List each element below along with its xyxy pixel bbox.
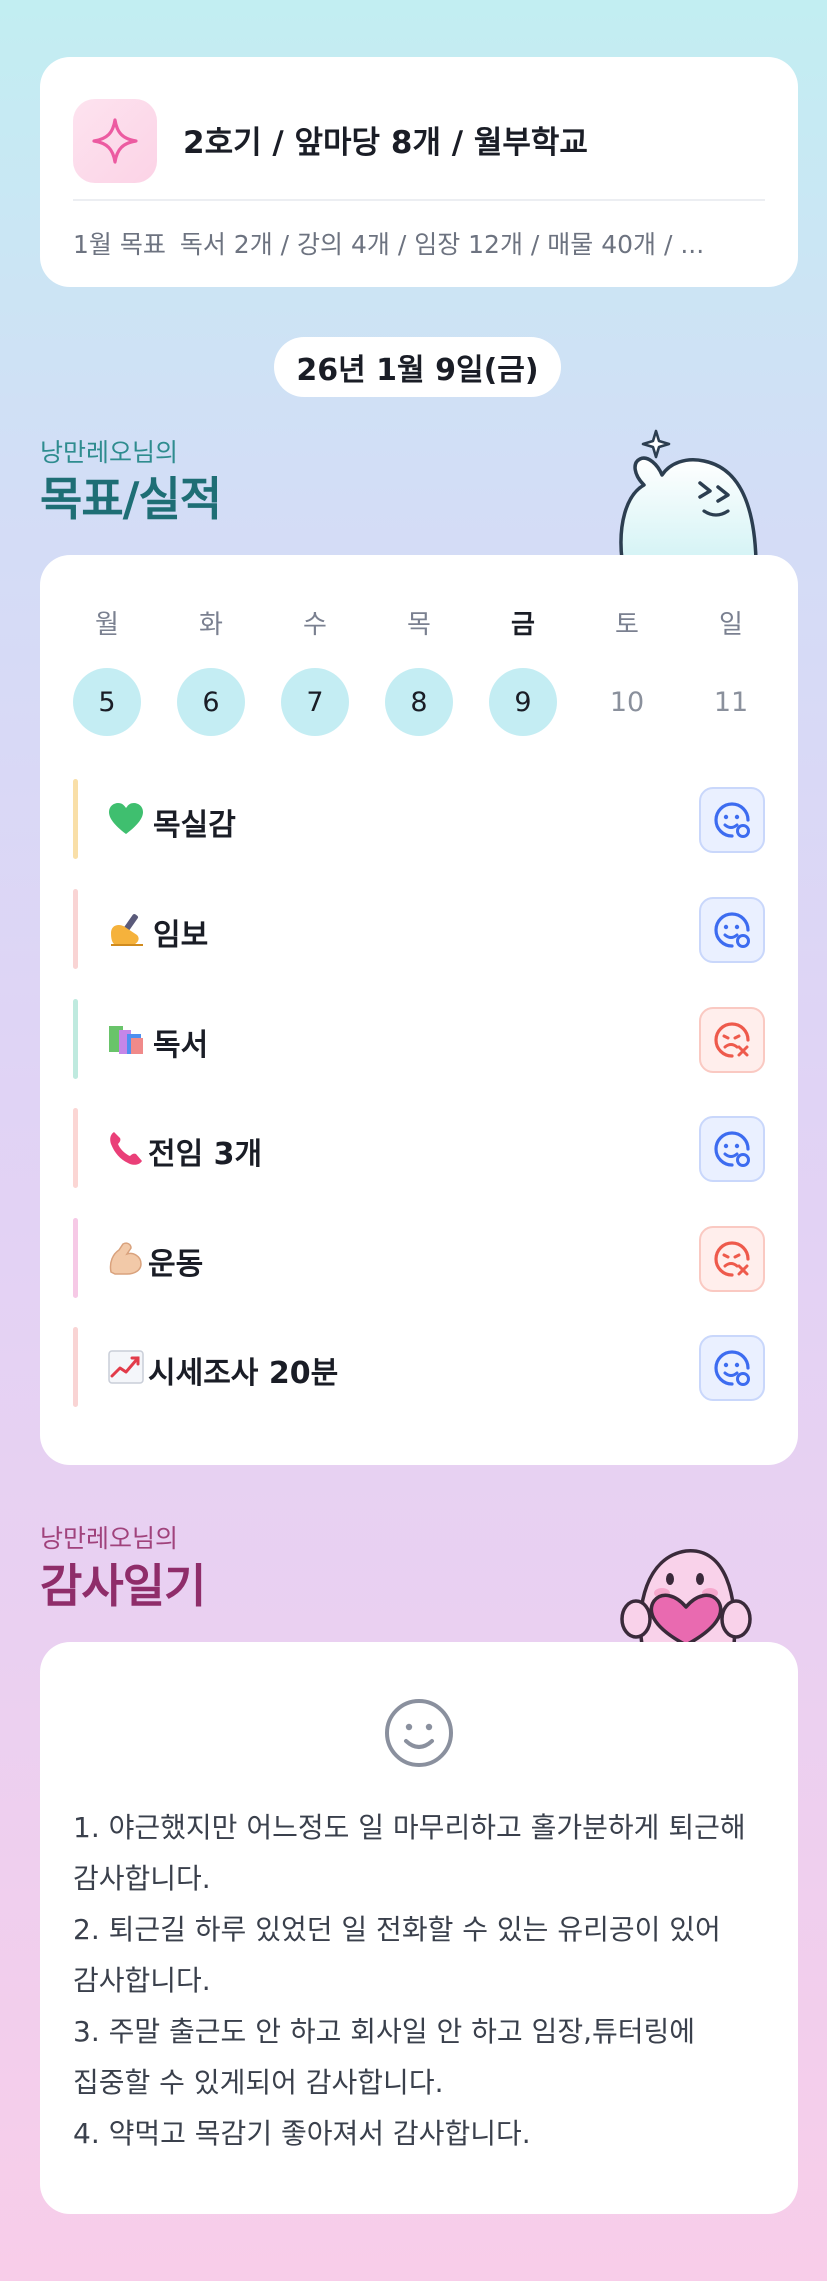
goal-label: 독서 xyxy=(153,1028,209,1063)
day-number[interactable]: 8 xyxy=(385,668,453,736)
divider xyxy=(73,199,765,201)
weekday-label: 목 xyxy=(407,610,431,640)
goal-label: 목실감 xyxy=(153,808,236,843)
weekday-label: 토 xyxy=(615,610,639,640)
day-column[interactable]: 일 11 xyxy=(697,605,765,736)
profile-title: 2호기 / 앞마당 8개 / 월부학교 xyxy=(183,125,588,161)
goal-label: 시세조사 20분 xyxy=(148,1356,339,1391)
goal-color-bar xyxy=(73,1108,78,1188)
success-status-icon[interactable] xyxy=(699,1335,765,1401)
day-number[interactable]: 10 xyxy=(593,668,661,736)
goal-row[interactable]: 임보 xyxy=(73,885,765,973)
success-status-icon[interactable] xyxy=(699,1116,765,1182)
sparkle-star-icon xyxy=(73,99,157,183)
books-icon xyxy=(106,1019,146,1059)
weekday-label: 수 xyxy=(303,610,327,640)
goal-color-bar xyxy=(73,1327,78,1407)
gratitude-entry: 1. 야근했지만 어느정도 일 마무리하고 홀가분하게 퇴근해 감사합니다. xyxy=(73,1811,746,1895)
goal-color-bar xyxy=(73,889,78,969)
week-calendar: 월 5 화 6 수 7 목 8 금 9 토 10 일 11 xyxy=(73,605,765,736)
goal-label: 운동 xyxy=(148,1247,204,1282)
smile-face-icon xyxy=(385,1699,453,1767)
gratitude-entry: 2. 퇴근길 하루 있었던 일 전화할 수 있는 유리공이 있어 감사합니다. xyxy=(73,1913,721,1997)
day-number[interactable]: 7 xyxy=(281,668,349,736)
flexed-biceps-icon xyxy=(106,1238,146,1278)
day-column[interactable]: 월5 xyxy=(73,605,141,736)
goal-color-bar xyxy=(73,779,78,859)
weekday-label: 화 xyxy=(199,610,223,640)
weekday-label: 월 xyxy=(95,610,119,640)
success-status-icon[interactable] xyxy=(699,787,765,853)
goal-row[interactable]: 운동 xyxy=(73,1214,765,1302)
goal-row[interactable]: 목실감 xyxy=(73,775,765,863)
day-number[interactable]: 5 xyxy=(73,668,141,736)
profile-summary-card: 2호기 / 앞마당 8개 / 월부학교 1월 목표 독서 2개 / 강의 4개 /… xyxy=(40,57,798,287)
monthly-goal-label: 1월 목표 xyxy=(73,230,166,259)
weekday-label: 일 xyxy=(719,610,743,640)
gratitude-diary-text: 1. 야근했지만 어느정도 일 마무리하고 홀가분하게 퇴근해 감사합니다. 2.… xyxy=(73,1802,773,2159)
goal-label: 전임 3개 xyxy=(148,1137,263,1172)
goal-row[interactable]: 시세조사 20분 xyxy=(73,1323,765,1411)
fail-status-icon[interactable] xyxy=(699,1007,765,1073)
thanks-section-title: 감사일기 xyxy=(40,1559,206,1613)
goal-label: 임보 xyxy=(153,918,209,953)
goals-section-title: 목표/실적 xyxy=(40,472,222,526)
telephone-receiver-icon xyxy=(106,1128,146,1168)
day-column[interactable]: 수7 xyxy=(281,605,349,736)
ghost-mascot-illustration xyxy=(619,429,758,560)
writing-hand-icon xyxy=(106,909,146,949)
day-number[interactable]: 11 xyxy=(697,668,765,736)
goal-color-bar xyxy=(73,999,78,1079)
gratitude-entry: 4. 약먹고 목감기 좋아져서 감사합니다. xyxy=(73,2117,531,2150)
goal-color-bar xyxy=(73,1218,78,1298)
day-number[interactable]: 9 xyxy=(489,668,557,736)
day-column[interactable]: 목8 xyxy=(385,605,453,736)
chart-increasing-icon xyxy=(106,1347,146,1387)
fail-status-icon[interactable] xyxy=(699,1226,765,1292)
monthly-goal-text: 독서 2개 / 강의 4개 / 임장 12개 / 매물 40개 / ... xyxy=(179,230,705,259)
day-column[interactable]: 화6 xyxy=(177,605,245,736)
goal-row[interactable]: 전임 3개 xyxy=(73,1104,765,1192)
heart-mascot-illustration xyxy=(620,1549,752,1645)
monthly-goal-summary: 1월 목표 독서 2개 / 강의 4개 / 임장 12개 / 매물 40개 / .… xyxy=(73,225,773,261)
weekday-label: 금 xyxy=(511,610,535,640)
success-status-icon[interactable] xyxy=(699,897,765,963)
green-heart-icon xyxy=(106,799,146,839)
date-pill[interactable]: 26년 1월 9일(금) xyxy=(274,337,561,397)
gratitude-diary-card: 1. 야근했지만 어느정도 일 마무리하고 홀가분하게 퇴근해 감사합니다. 2.… xyxy=(40,1642,798,2214)
gratitude-entry: 3. 주말 출근도 안 하고 회사일 안 하고 임장,튜터링에 집중할 수 있게… xyxy=(73,2015,696,2099)
day-number[interactable]: 6 xyxy=(177,668,245,736)
day-column[interactable]: 금9 xyxy=(489,605,557,736)
goal-row[interactable]: 독서 xyxy=(73,995,765,1083)
goals-card: 월 5 화 6 수 7 목 8 금 9 토 10 일 11 목실감 임보 독서 전임 3개 운동 시세조사 20분 xyxy=(40,555,798,1465)
day-column[interactable]: 토 10 xyxy=(593,605,661,736)
